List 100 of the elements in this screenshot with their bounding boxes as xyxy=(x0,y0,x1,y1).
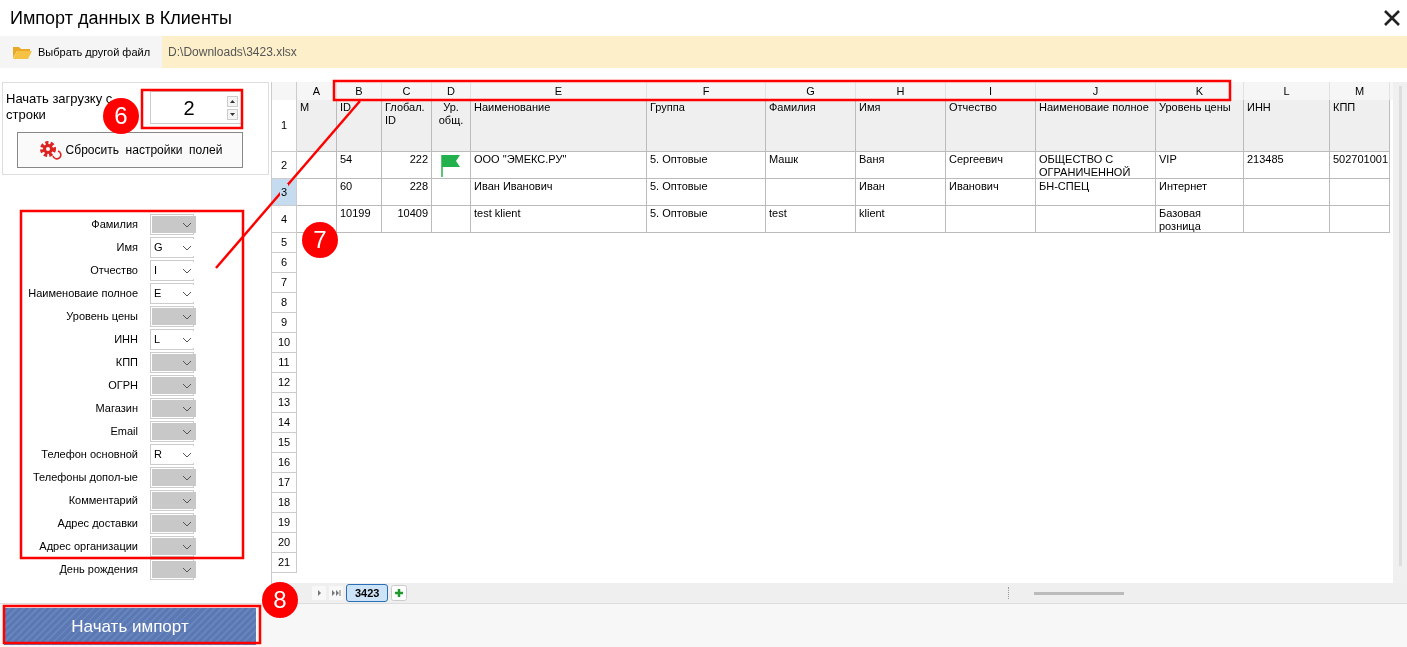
close-icon[interactable] xyxy=(1383,9,1401,27)
choose-file-button[interactable]: Выбрать другой файл xyxy=(0,36,163,68)
column-select[interactable]: G xyxy=(150,237,194,258)
row-header[interactable]: 6 xyxy=(272,253,297,273)
column-select[interactable]: E xyxy=(150,283,194,304)
reset-fields-button[interactable]: Сбросить настройки полей xyxy=(17,132,243,168)
field-label: Фамилия xyxy=(90,217,138,233)
column-header[interactable]: C xyxy=(382,82,432,100)
table-cell: test klient xyxy=(471,206,647,233)
column-select[interactable] xyxy=(150,214,194,235)
chevron-down-icon xyxy=(182,221,192,228)
window-title: Импорт данных в Клиенты xyxy=(10,6,232,30)
table-cell: Машк xyxy=(766,152,856,179)
chevron-down-icon xyxy=(182,497,192,504)
callout-number: 8 xyxy=(262,582,298,618)
field-label: Магазин xyxy=(94,401,138,417)
decrement-icon[interactable] xyxy=(227,108,238,120)
next-sheet-icon[interactable] xyxy=(312,586,326,600)
field-label: Комментарий xyxy=(67,493,138,509)
row-header[interactable]: 13 xyxy=(272,393,297,413)
column-select[interactable] xyxy=(150,375,194,396)
column-header[interactable]: F xyxy=(647,82,766,100)
row-header[interactable]: 7 xyxy=(272,273,297,293)
column-header[interactable]: D xyxy=(432,82,471,100)
row-header[interactable]: 2 xyxy=(272,152,297,179)
column-select[interactable]: L xyxy=(150,329,194,350)
column-header[interactable]: I xyxy=(946,82,1036,100)
column-select[interactable] xyxy=(150,490,194,511)
field-label: Имя xyxy=(115,240,138,256)
row-header[interactable]: 16 xyxy=(272,453,297,473)
row-header[interactable]: 15 xyxy=(272,433,297,453)
sheet-tab[interactable]: 3423 xyxy=(346,584,389,602)
row-header[interactable]: 11 xyxy=(272,353,297,373)
table-cell: 213485 xyxy=(1244,152,1330,179)
start-import-button[interactable]: Начать импорт xyxy=(4,608,256,645)
table-cell: 5. Оптовые xyxy=(647,206,766,233)
column-header[interactable]: B xyxy=(337,82,382,100)
table-cell: 228 xyxy=(382,179,432,206)
table-cell: 5. Оптовые xyxy=(647,152,766,179)
chevron-down-icon xyxy=(182,520,192,527)
row-header[interactable]: 12 xyxy=(272,373,297,393)
column-select[interactable]: I xyxy=(150,260,194,281)
column-header[interactable]: H xyxy=(856,82,946,100)
folder-icon xyxy=(12,44,32,60)
row-header[interactable]: 21 xyxy=(272,553,297,573)
row-header[interactable]: 8 xyxy=(272,293,297,313)
column-select[interactable] xyxy=(150,421,194,442)
increment-icon[interactable] xyxy=(227,95,238,107)
chevron-down-icon xyxy=(182,290,192,297)
table-cell: Ур. общ. xyxy=(432,100,471,152)
row-header[interactable]: 20 xyxy=(272,533,297,553)
row-header[interactable]: 5 xyxy=(272,233,297,253)
column-select[interactable] xyxy=(150,352,194,373)
row-header[interactable]: 10 xyxy=(272,333,297,353)
row-header[interactable]: 18 xyxy=(272,493,297,513)
field-label: Телефон основной xyxy=(40,447,138,463)
table-cell: Группа xyxy=(647,100,766,152)
field-label: Email xyxy=(109,424,138,440)
gear-icon xyxy=(37,139,62,161)
field-label: Наименоваие полное xyxy=(27,286,138,302)
horizontal-scrollbar-thumb[interactable] xyxy=(1034,591,1125,595)
row-header[interactable]: 17 xyxy=(272,473,297,493)
table-cell: КПП xyxy=(1330,100,1390,152)
field-label: День рождения xyxy=(58,562,138,578)
table-cell: БН-СПЕЦ xyxy=(1036,179,1156,206)
row-header[interactable]: 9 xyxy=(272,313,297,333)
row-header[interactable]: 1 xyxy=(272,100,297,152)
table-cell: Базовая розница xyxy=(1156,206,1244,233)
chevron-down-icon xyxy=(182,405,192,412)
file-path: D:\Downloads\3423.xlsx xyxy=(168,44,297,61)
column-header[interactable]: G xyxy=(766,82,856,100)
table-cell: Иван xyxy=(856,179,946,206)
add-sheet-icon[interactable] xyxy=(391,585,408,601)
chevron-down-icon xyxy=(182,336,192,343)
table-cell: Иванович xyxy=(946,179,1036,206)
column-select[interactable] xyxy=(150,536,194,557)
column-select[interactable] xyxy=(150,398,194,419)
column-select[interactable]: R xyxy=(150,444,194,465)
column-select[interactable] xyxy=(150,513,194,534)
chevron-down-icon xyxy=(182,382,192,389)
table-cell: Отчество xyxy=(946,100,1036,152)
column-header[interactable]: J xyxy=(1036,82,1156,100)
column-header[interactable]: E xyxy=(471,82,647,100)
row-header[interactable]: 3 xyxy=(272,179,297,206)
start-row-spinner[interactable]: 2 xyxy=(150,91,242,124)
chevron-down-icon xyxy=(182,313,192,320)
field-label: КПП xyxy=(114,355,138,371)
field-label: ОГРН xyxy=(107,378,138,394)
table-cell: Фамилия xyxy=(766,100,856,152)
last-sheet-icon[interactable] xyxy=(329,586,343,600)
column-select[interactable] xyxy=(150,559,194,580)
row-header[interactable]: 4 xyxy=(272,206,297,233)
row-header[interactable]: 14 xyxy=(272,413,297,433)
column-select[interactable] xyxy=(150,467,194,488)
table-cell: ООО "ЭМЕКС.РУ" xyxy=(471,152,647,179)
column-select[interactable] xyxy=(150,306,194,327)
table-cell: Сергеевич xyxy=(946,152,1036,179)
row-header[interactable]: 19 xyxy=(272,513,297,533)
table-cell: Иван Иванович xyxy=(471,179,647,206)
start-row-label: строки xyxy=(6,107,46,123)
